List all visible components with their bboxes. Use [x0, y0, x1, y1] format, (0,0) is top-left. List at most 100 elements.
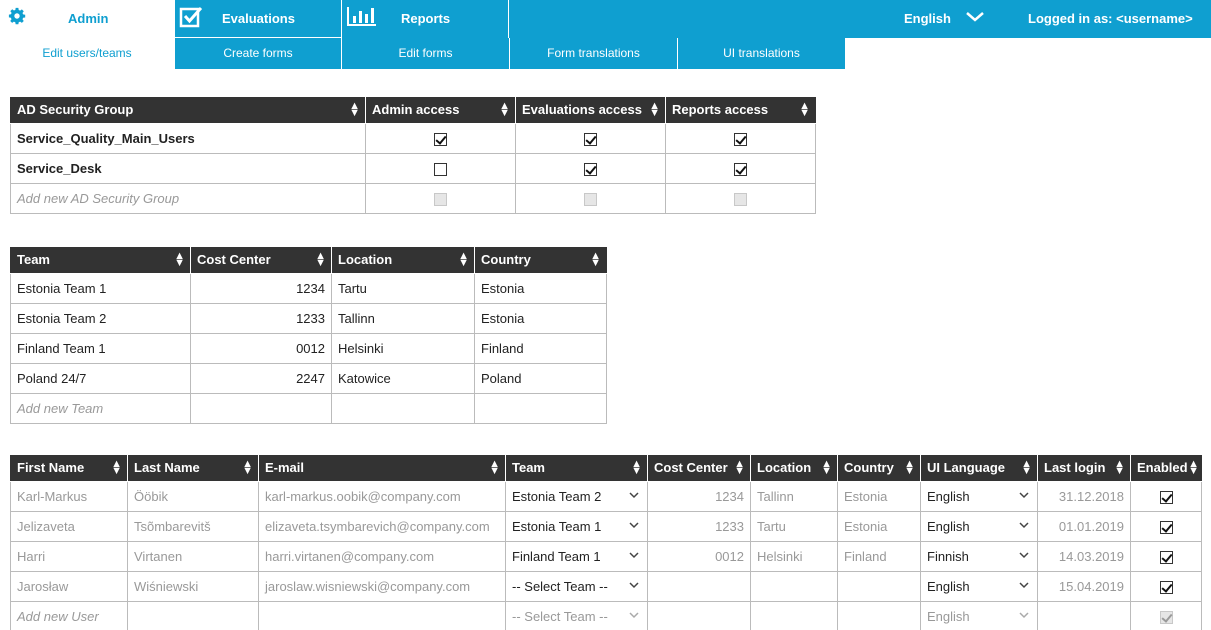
sort-icon[interactable]: ▲ ▼	[315, 251, 326, 269]
first-name[interactable]: Jelizaveta	[10, 510, 128, 542]
first-name[interactable]: Karl-Markus	[10, 480, 128, 512]
location[interactable]: Helsinki	[331, 332, 475, 364]
evaluations-access-checkbox[interactable]	[584, 132, 597, 146]
email[interactable]: elizaveta.tsymbarevich@company.com	[258, 510, 506, 542]
column-header[interactable]: Team ▲ ▼	[10, 247, 191, 274]
column-header[interactable]: AD Security Group ▲ ▼	[10, 97, 366, 124]
subtab-edit-users-teams[interactable]: Edit users/teams	[0, 38, 174, 69]
last-name[interactable]: Ööbik	[127, 480, 259, 512]
ui-language-select[interactable]: English	[920, 480, 1038, 512]
enabled-checkbox[interactable]	[1159, 490, 1173, 504]
column-header[interactable]: Country ▲ ▼	[837, 455, 921, 482]
sort-icon[interactable]: ▲ ▼	[1188, 459, 1199, 477]
ui-language-select[interactable]: English	[920, 600, 1038, 630]
team-select[interactable]: Estonia Team 2	[505, 480, 648, 512]
country[interactable]: Estonia	[474, 272, 607, 304]
cost-center[interactable]: 1234	[190, 272, 332, 304]
sort-icon[interactable]: ▲ ▼	[904, 459, 915, 477]
group-name[interactable]: Service_Desk	[10, 152, 366, 184]
email[interactable]: harri.virtanen@company.com	[258, 540, 506, 572]
subtab-form-translations[interactable]: Form translations	[509, 38, 677, 69]
country[interactable]: Poland	[474, 362, 607, 394]
last-name[interactable]: Wiśniewski	[127, 570, 259, 602]
column-header[interactable]: Evaluations access ▲ ▼	[515, 97, 666, 124]
sort-icon[interactable]: ▲ ▼	[1114, 459, 1125, 477]
column-header[interactable]: Last login ▲ ▼	[1037, 455, 1131, 482]
last-login: 15.04.2019	[1037, 570, 1131, 602]
add-user-input[interactable]: Add new User	[10, 600, 128, 630]
ui-language-select[interactable]: English	[920, 510, 1038, 542]
add-group-input[interactable]: Add new AD Security Group	[10, 182, 366, 214]
sort-icon[interactable]: ▲ ▼	[821, 459, 832, 477]
column-header[interactable]: Enabled ▲ ▼	[1130, 455, 1202, 482]
email[interactable]: karl-markus.oobik@company.com	[258, 480, 506, 512]
enabled-checkbox[interactable]	[1159, 550, 1173, 564]
team-select[interactable]: Estonia Team 1	[505, 510, 648, 542]
admin-access-checkbox[interactable]	[434, 162, 447, 176]
last-name[interactable]: Tsõmbarevitš	[127, 510, 259, 542]
column-header[interactable]: UI Language ▲ ▼	[920, 455, 1038, 482]
sort-icon[interactable]: ▲ ▼	[734, 459, 745, 477]
sort-icon[interactable]: ▲ ▼	[174, 251, 185, 269]
location[interactable]: Katowice	[331, 362, 475, 394]
sort-icon[interactable]: ▲ ▼	[489, 459, 500, 477]
language-selector[interactable]: English	[904, 11, 951, 26]
team-select[interactable]: -- Select Team --	[505, 600, 648, 630]
team-name[interactable]: Poland 24/7	[10, 362, 191, 394]
column-header[interactable]: Country ▲ ▼	[474, 247, 607, 274]
column-header[interactable]: First Name ▲ ▼	[10, 455, 128, 482]
cost-center[interactable]: 1233	[190, 302, 332, 334]
enabled-checkbox[interactable]	[1159, 520, 1173, 534]
cost-center[interactable]: 0012	[190, 332, 332, 364]
team-name[interactable]: Estonia Team 2	[10, 302, 191, 334]
sort-icon[interactable]: ▲ ▼	[799, 101, 810, 119]
add-team-input[interactable]: Add new Team	[10, 392, 191, 424]
sort-icon[interactable]: ▲ ▼	[649, 101, 660, 119]
column-header[interactable]: Cost Center ▲ ▼	[647, 455, 751, 482]
admin-access-checkbox[interactable]	[434, 132, 447, 146]
team-select[interactable]: -- Select Team --	[505, 570, 648, 602]
evaluations-access-checkbox[interactable]	[584, 162, 597, 176]
chevron-down-icon[interactable]	[964, 10, 986, 24]
subtab-ui-translations[interactable]: UI translations	[677, 38, 846, 69]
sort-icon[interactable]: ▲ ▼	[349, 101, 360, 119]
cost-center[interactable]: 2247	[190, 362, 332, 394]
column-header[interactable]: E-mail ▲ ▼	[258, 455, 506, 482]
location[interactable]: Tartu	[331, 272, 475, 304]
email[interactable]: jaroslaw.wisniewski@company.com	[258, 570, 506, 602]
column-header[interactable]: Reports access ▲ ▼	[665, 97, 816, 124]
tab-admin[interactable]: Admin	[0, 0, 174, 38]
team-name[interactable]: Finland Team 1	[10, 332, 191, 364]
location[interactable]: Tallinn	[331, 302, 475, 334]
sort-icon[interactable]: ▲ ▼	[1021, 459, 1032, 477]
subtab-create-forms[interactable]: Create forms	[174, 38, 341, 69]
team-name[interactable]: Estonia Team 1	[10, 272, 191, 304]
first-name[interactable]: Harri	[10, 540, 128, 572]
sort-icon[interactable]: ▲ ▼	[458, 251, 469, 269]
column-header[interactable]: Location ▲ ▼	[750, 455, 838, 482]
ui-language-select[interactable]: Finnish	[920, 540, 1038, 572]
team-select[interactable]: Finland Team 1	[505, 540, 648, 572]
column-header[interactable]: Admin access ▲ ▼	[365, 97, 516, 124]
subtab-edit-forms[interactable]: Edit forms	[341, 38, 509, 69]
tab-evaluations[interactable]: Evaluations	[174, 0, 341, 38]
reports-access-checkbox[interactable]	[734, 132, 747, 146]
column-header[interactable]: Location ▲ ▼	[331, 247, 475, 274]
sort-icon[interactable]: ▲ ▼	[111, 459, 122, 477]
country[interactable]: Estonia	[474, 302, 607, 334]
ui-language-select[interactable]: English	[920, 570, 1038, 602]
enabled-checkbox[interactable]	[1159, 580, 1173, 594]
reports-access-checkbox[interactable]	[734, 162, 747, 176]
group-name[interactable]: Service_Quality_Main_Users	[10, 122, 366, 154]
sort-icon[interactable]: ▲ ▼	[242, 459, 253, 477]
country[interactable]: Finland	[474, 332, 607, 364]
first-name[interactable]: Jarosław	[10, 570, 128, 602]
sort-icon[interactable]: ▲ ▼	[590, 251, 601, 269]
column-header[interactable]: Team ▲ ▼	[505, 455, 648, 482]
last-name[interactable]: Virtanen	[127, 540, 259, 572]
tab-reports[interactable]: Reports	[341, 0, 509, 38]
sort-icon[interactable]: ▲ ▼	[631, 459, 642, 477]
column-header[interactable]: Cost Center ▲ ▼	[190, 247, 332, 274]
sort-icon[interactable]: ▲ ▼	[499, 101, 510, 119]
column-header[interactable]: Last Name ▲ ▼	[127, 455, 259, 482]
